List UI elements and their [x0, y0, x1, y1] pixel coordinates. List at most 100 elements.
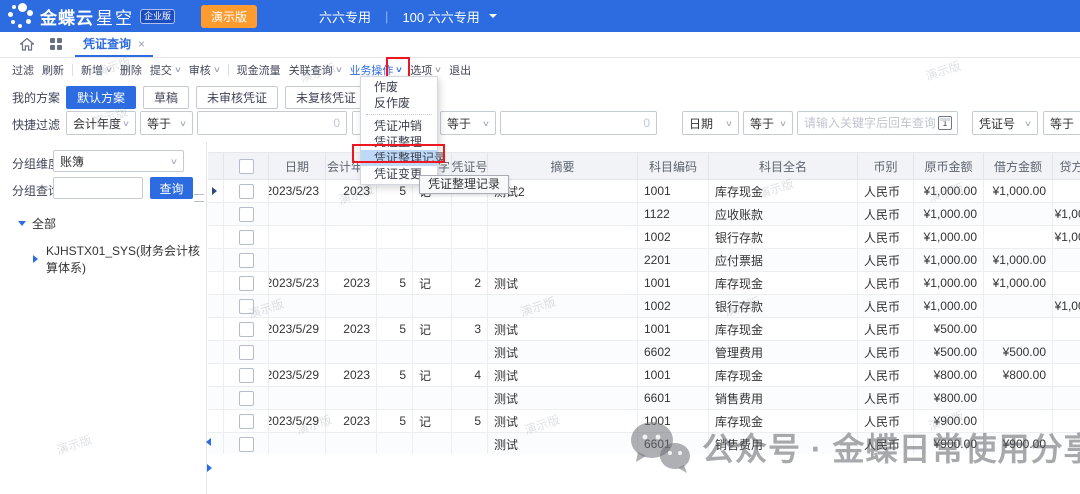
- filter-operator-select[interactable]: 等于∨: [743, 111, 793, 135]
- table-row[interactable]: 测试 6601 销售费用 人民币 ¥800.00: [208, 387, 1080, 410]
- table-row[interactable]: 测试 6601 销售费用 人民币 ¥900.00 ¥900.00: [208, 433, 1080, 454]
- table-row[interactable]: 2023/5/23 2023 5 记 测试2 1001 库存现金 人民币 ¥1,…: [208, 180, 1080, 203]
- splitter-handle[interactable]: [194, 194, 204, 202]
- row-checkbox[interactable]: [239, 230, 254, 245]
- header-account-code[interactable]: 科目编码: [638, 153, 709, 179]
- current-row-marker: [212, 187, 221, 195]
- tab-voucher-query[interactable]: 凭证查询 ×: [75, 32, 153, 57]
- table-row[interactable]: 2023/5/29 2023 5 记 3 测试 1001 库存现金 人民币 ¥5…: [208, 318, 1080, 341]
- toolbar-button[interactable]: 退出 ∨: [449, 62, 471, 78]
- table-row[interactable]: 2023/5/29 2023 5 记 4 测试 1001 库存现金 人民币 ¥8…: [208, 364, 1080, 387]
- tree-expanded-icon[interactable]: [18, 221, 26, 230]
- header-credit-amount[interactable]: 贷方金额: [1053, 153, 1080, 179]
- cell-checkbox: [224, 180, 269, 202]
- filter-value-input[interactable]: 0: [500, 111, 657, 135]
- row-checkbox[interactable]: [239, 253, 254, 268]
- row-checkbox[interactable]: [239, 207, 254, 222]
- chevron-down-icon[interactable]: [489, 14, 497, 22]
- toolbar-button[interactable]: 过滤 ∨: [12, 62, 34, 78]
- scheme-button[interactable]: 默认方案: [66, 86, 136, 109]
- account-switcher[interactable]: 100 六六专用: [402, 7, 479, 26]
- menu-item[interactable]: 凭证冲销: [361, 118, 437, 134]
- select-all-checkbox[interactable]: [239, 159, 254, 174]
- group-dimension-select[interactable]: 账簿∨: [53, 150, 184, 172]
- chevron-down-icon: ∨: [170, 157, 178, 166]
- chevron-down-icon[interactable]: ∨: [334, 65, 342, 74]
- group-query-input[interactable]: [53, 177, 143, 199]
- cell-original-amount: ¥800.00: [914, 364, 984, 386]
- cell-account-code: 2201: [638, 249, 709, 271]
- cell-debit-amount: [984, 410, 1053, 432]
- tree-collapsed-icon[interactable]: [33, 255, 42, 263]
- table-row[interactable]: 1122 应收账款 人民币 ¥1,000.00 ¥1,000.00: [208, 203, 1080, 226]
- header-currency[interactable]: 币别: [858, 153, 914, 179]
- row-checkbox[interactable]: [239, 391, 254, 406]
- scheme-button[interactable]: 未复核凭证: [285, 86, 367, 109]
- toolbar-button[interactable]: 现金流量 ∨: [237, 62, 281, 78]
- cell-debit-amount: ¥1,000.00: [984, 249, 1053, 271]
- cell-marker: [208, 318, 224, 340]
- row-checkbox[interactable]: [239, 299, 254, 314]
- header-original-amount[interactable]: 原币金额: [914, 153, 984, 179]
- filter-operator-select[interactable]: 等于∨: [440, 111, 496, 135]
- row-checkbox[interactable]: [239, 276, 254, 291]
- scheme-button[interactable]: 草稿: [143, 86, 189, 109]
- table-row[interactable]: 2201 应付票据 人民币 ¥1,000.00 ¥1,000.00: [208, 249, 1080, 272]
- cell-summary: 测试: [488, 272, 638, 294]
- menu-item[interactable]: 作废: [361, 79, 437, 95]
- home-icon[interactable]: [20, 38, 34, 51]
- chevron-down-icon[interactable]: ∨: [213, 65, 221, 74]
- table-row[interactable]: 2023/5/23 2023 5 记 2 测试 1001 库存现金 人民币 ¥1…: [208, 272, 1080, 295]
- panel-collapse-left-icon[interactable]: [202, 438, 211, 446]
- chevron-down-icon[interactable]: ∨: [174, 65, 182, 74]
- business-operation-menu: 作废 反作废 凭证冲销 凭证整理: [360, 76, 438, 185]
- toolbar-button[interactable]: 审核 ∨: [189, 62, 220, 78]
- row-checkbox[interactable]: [239, 414, 254, 429]
- cell-credit-amount: [1053, 433, 1080, 454]
- row-checkbox[interactable]: [239, 345, 254, 360]
- tree-item-accounting-system[interactable]: KJHSTX01_SYS(财务会计核算体系): [33, 242, 206, 276]
- cell-year: 2023: [326, 318, 377, 340]
- calendar-icon[interactable]: 1: [938, 116, 952, 130]
- chevron-down-icon[interactable]: ∨: [105, 65, 113, 74]
- filter-field-select[interactable]: 凭证号∨: [972, 111, 1038, 135]
- query-button[interactable]: 查询: [150, 177, 193, 199]
- header-account-name[interactable]: 科目全名: [709, 153, 858, 179]
- filter-operator-select[interactable]: 等于: [1043, 111, 1080, 135]
- row-checkbox[interactable]: [239, 322, 254, 337]
- filter-operator-select[interactable]: 等于∨: [140, 111, 193, 135]
- cell-account-code: 6601: [638, 433, 709, 454]
- tree-item-all[interactable]: 全部: [18, 215, 56, 232]
- toolbar-button[interactable]: 关联查询 ∨: [289, 62, 342, 78]
- cell-checkbox: [224, 410, 269, 432]
- menu-item[interactable]: 凭证整理记录: [361, 150, 437, 166]
- filter-value-input[interactable]: 0: [197, 111, 347, 135]
- toolbar-button[interactable]: 刷新 ∨: [42, 62, 64, 78]
- menu-item[interactable]: 凭证整理: [361, 134, 437, 150]
- table-row[interactable]: 1002 银行存款 人民币 ¥1,000.00 ¥1,000.00: [208, 226, 1080, 249]
- panel-expand-right-icon[interactable]: [207, 464, 216, 472]
- table-row[interactable]: 2023/5/29 2023 5 记 5 测试 1001 库存现金 人民币 ¥9…: [208, 410, 1080, 433]
- chevron-down-icon[interactable]: ∨: [434, 65, 442, 74]
- org-name[interactable]: 六六专用: [319, 7, 371, 26]
- cell-account-code: 6601: [638, 387, 709, 409]
- row-checkbox[interactable]: [239, 368, 254, 383]
- table-row[interactable]: 测试 6602 管理费用 人民币 ¥500.00 ¥500.00: [208, 341, 1080, 364]
- menu-grid-icon[interactable]: [50, 38, 63, 51]
- toolbar-button[interactable]: 新增 ∨: [81, 62, 112, 78]
- row-checkbox[interactable]: [239, 437, 254, 452]
- filter-field-select[interactable]: 会计年度∨: [66, 111, 136, 135]
- header-date[interactable]: 日期: [269, 153, 326, 179]
- scheme-button[interactable]: 未审核凭证: [196, 86, 278, 109]
- close-icon[interactable]: ×: [138, 37, 145, 51]
- toolbar-button[interactable]: 删除 ∨: [120, 62, 142, 78]
- header-summary[interactable]: 摘要: [488, 153, 638, 179]
- table-row[interactable]: 1002 银行存款 人民币 ¥1,000.00 ¥1,000.00: [208, 295, 1080, 318]
- header-debit-amount[interactable]: 借方金额: [984, 153, 1053, 179]
- keyword-search-input[interactable]: [797, 111, 958, 135]
- filter-field-select[interactable]: 日期∨: [682, 111, 739, 135]
- cell-year: 2023: [326, 364, 377, 386]
- toolbar-button[interactable]: 提交 ∨: [150, 62, 181, 78]
- row-checkbox[interactable]: [239, 184, 254, 199]
- menu-item[interactable]: 反作废: [361, 95, 437, 111]
